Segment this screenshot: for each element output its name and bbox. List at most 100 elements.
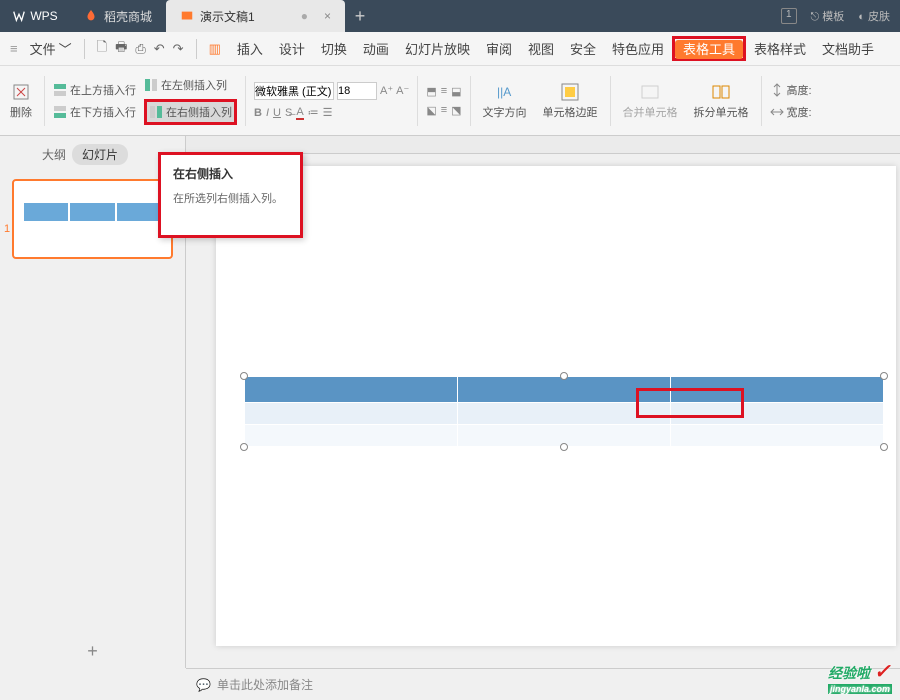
undo-icon[interactable]: ↶ (154, 41, 165, 57)
align-bottom-icon[interactable]: ⬓ (451, 85, 461, 98)
resize-handle[interactable] (240, 443, 248, 451)
height-button[interactable]: 高度: (770, 82, 812, 98)
separator (245, 76, 246, 126)
menu-security[interactable]: 安全 (562, 39, 604, 58)
tab-document[interactable]: 演示文稿1 ● × (166, 0, 345, 32)
bold-button[interactable]: B (254, 107, 262, 119)
resize-handle[interactable] (880, 443, 888, 451)
preview-icon[interactable]: ⎙ (135, 41, 145, 57)
start-tab-icon[interactable]: ▥ (201, 41, 229, 57)
redo-icon[interactable]: ↷ (173, 41, 184, 57)
tooltip-desc: 在所选列右侧插入列。 (173, 190, 288, 206)
strike-button[interactable]: S̶ (285, 107, 292, 119)
numbering-button[interactable]: ☰ (323, 106, 333, 119)
notif-count[interactable]: 1 (781, 8, 797, 24)
notes-icon[interactable]: 💬 (196, 678, 211, 692)
template-link[interactable]: ⎋ 模板 (811, 8, 845, 24)
insert-row-above-button[interactable]: 在上方插入行 (53, 82, 136, 98)
menu-review[interactable]: 审阅 (478, 39, 520, 58)
dirty-dot: ● (301, 9, 308, 23)
menu-design[interactable]: 设计 (271, 39, 313, 58)
width-label: 宽度: (787, 104, 812, 120)
align-right-icon[interactable]: ⬔ (451, 104, 461, 117)
separator (470, 76, 471, 126)
underline-button[interactable]: U (273, 107, 281, 119)
highlight-table-tools: 表格工具 (672, 36, 746, 61)
height-icon (770, 83, 784, 97)
text-direction-label: 文字方向 (483, 104, 527, 120)
menu-view[interactable]: 视图 (520, 39, 562, 58)
resize-handle[interactable] (560, 372, 568, 380)
font-size-input[interactable] (337, 82, 377, 100)
file-label: 文件 (30, 39, 56, 58)
width-button[interactable]: 宽度: (770, 104, 812, 120)
menu-special[interactable]: 特色应用 (604, 39, 672, 58)
table-header-row[interactable] (245, 377, 884, 403)
menu-doc-helper[interactable]: 文档助手 (814, 39, 882, 58)
col-right-icon (149, 105, 163, 119)
italic-button[interactable]: I (266, 107, 269, 119)
menu-slideshow[interactable]: 幻灯片放映 (397, 39, 478, 58)
resize-handle[interactable] (880, 372, 888, 380)
titlebar: WPS 稻壳商城 演示文稿1 ● × + 1 ⎋ 模板 ◐ 皮肤 (0, 0, 900, 32)
save-icon[interactable]: 🗋 (97, 38, 107, 60)
tab-store[interactable]: 稻壳商城 (70, 0, 166, 32)
bullets-button[interactable]: ≔ (308, 106, 319, 119)
notes-placeholder[interactable]: 单击此处添加备注 (217, 676, 313, 693)
close-icon[interactable]: × (324, 9, 331, 23)
align-top-icon[interactable]: ⬒ (426, 85, 436, 98)
app-name: WPS (30, 9, 57, 23)
outline-tab[interactable]: 大纲 (42, 146, 66, 163)
table-row[interactable] (245, 403, 884, 425)
increase-font-icon[interactable]: A⁺ (380, 84, 393, 97)
cell-margin-button[interactable]: 单元格边距 (539, 82, 602, 120)
merge-cells-button[interactable]: 合并单元格 (619, 82, 682, 120)
print-icon[interactable]: 🖶 (115, 38, 127, 60)
svg-text:||A: ||A (497, 85, 511, 99)
slide-thumbnail[interactable] (12, 179, 173, 259)
menu-table-tools[interactable]: 表格工具 (675, 40, 743, 59)
text-direction-icon: ||A (495, 82, 515, 102)
insert-row-below-button[interactable]: 在下方插入行 (53, 104, 136, 120)
file-menu[interactable]: 文件 ﹀ (22, 39, 80, 58)
align-center-icon[interactable]: ≡ (441, 104, 447, 116)
tooltip-title: 在右侧插入 (173, 165, 288, 182)
skin-link[interactable]: ◐ 皮肤 (858, 8, 890, 24)
width-icon (770, 105, 784, 119)
insert-col-right-button[interactable]: 在右侧插入列 (144, 99, 237, 125)
align-middle-icon[interactable]: ≡ (441, 85, 447, 97)
delete-button[interactable]: 删除 (6, 82, 36, 120)
table-container[interactable] (244, 376, 884, 447)
split-cells-button[interactable]: 拆分单元格 (690, 82, 753, 120)
separator (84, 39, 85, 59)
insert-col-left-button[interactable]: 在左侧插入列 (144, 77, 237, 93)
font-name-input[interactable] (254, 82, 334, 100)
menu-icon[interactable]: ≡ (6, 41, 22, 56)
menu-animation[interactable]: 动画 (355, 39, 397, 58)
titlebar-right: 1 ⎋ 模板 ◐ 皮肤 (781, 8, 900, 24)
menu-insert[interactable]: 插入 (229, 39, 271, 58)
text-direction-button[interactable]: ||A 文字方向 (479, 82, 531, 120)
resize-handle[interactable] (240, 372, 248, 380)
insert-col-left-label: 在左侧插入列 (161, 77, 227, 93)
thumb-number: 1 (4, 223, 10, 235)
add-tab[interactable]: + (345, 6, 375, 27)
align-left-icon[interactable]: ⬕ (426, 104, 436, 117)
mini-table (24, 203, 161, 221)
separator (610, 76, 611, 126)
font-row: A⁺ A⁻ (254, 82, 409, 100)
check-icon: ✓ (874, 661, 891, 683)
delete-label: 删除 (10, 104, 32, 120)
add-slide-button[interactable]: + (0, 641, 185, 662)
menu-transition[interactable]: 切换 (313, 39, 355, 58)
slides-tab[interactable]: 幻灯片 (72, 144, 128, 165)
tooltip-insert-col-right: 在右侧插入 在所选列右侧插入列。 (158, 152, 303, 238)
decrease-font-icon[interactable]: A⁻ (396, 84, 409, 97)
slide[interactable] (216, 166, 896, 646)
table[interactable] (244, 376, 884, 447)
font-color-button[interactable]: A (296, 106, 303, 120)
split-icon (711, 82, 731, 102)
resize-handle[interactable] (560, 443, 568, 451)
app-logo[interactable]: WPS (0, 9, 70, 23)
menu-table-style[interactable]: 表格样式 (746, 39, 814, 58)
